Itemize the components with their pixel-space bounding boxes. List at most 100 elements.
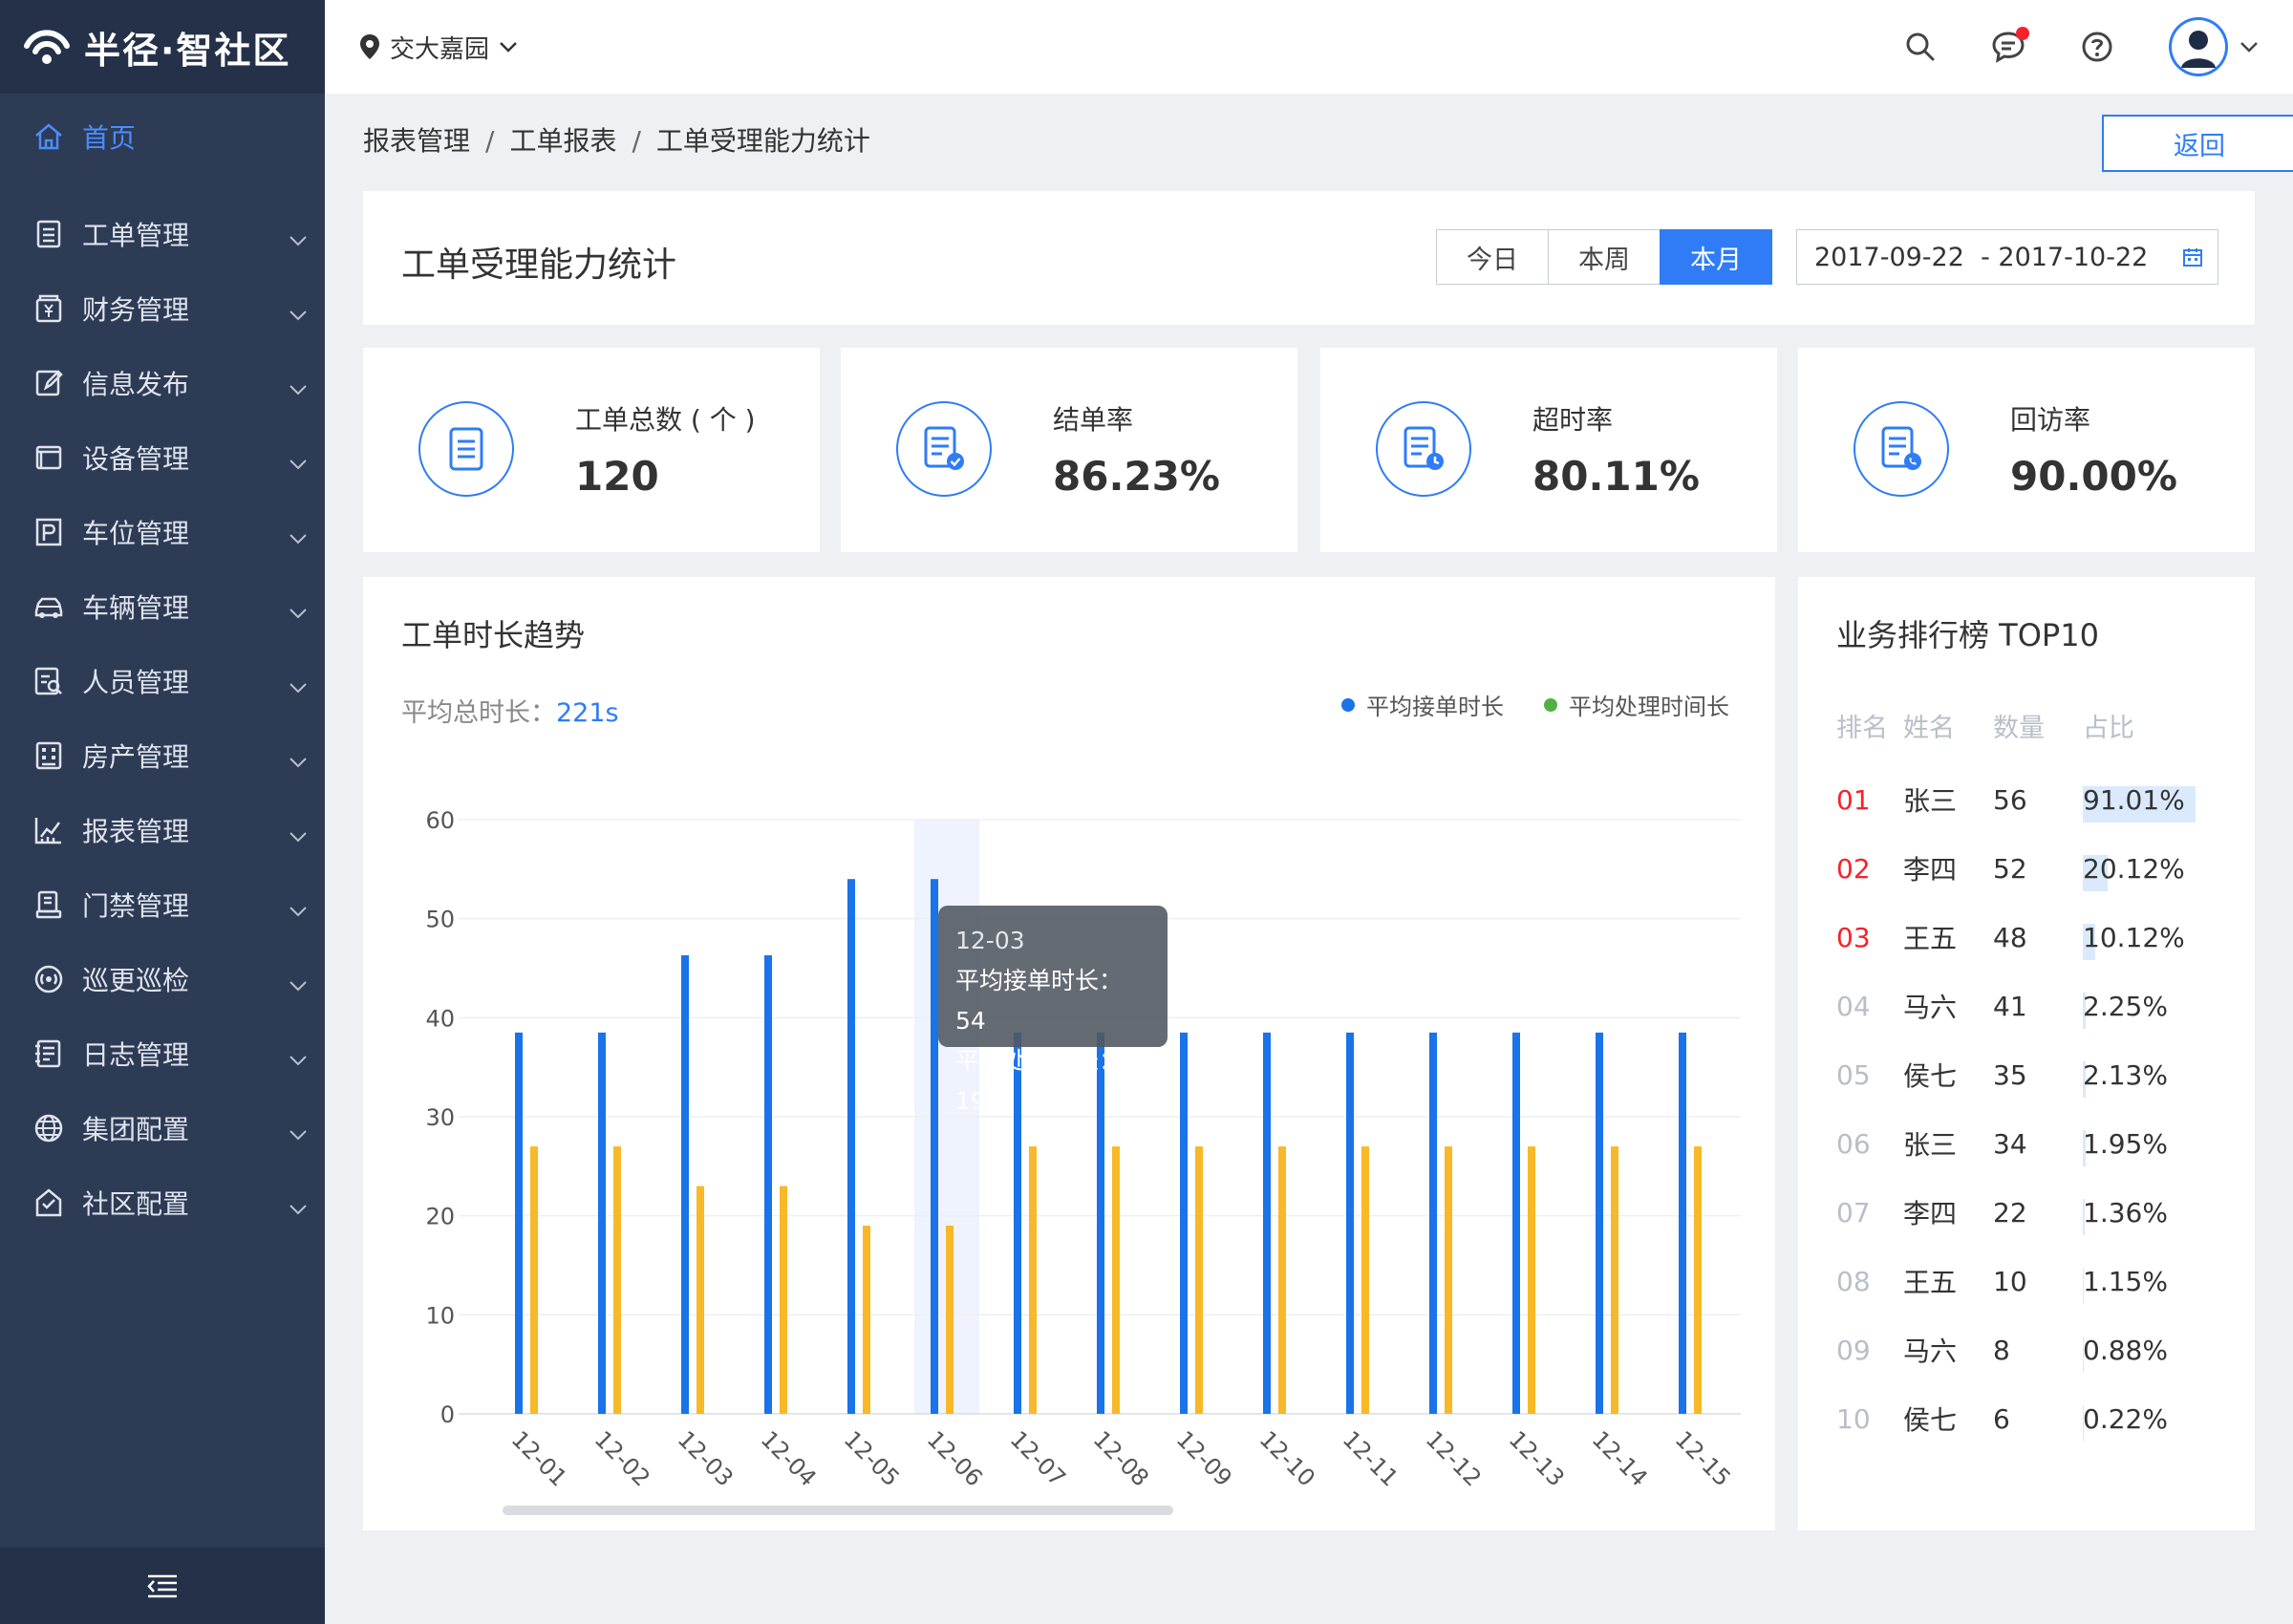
community-selector[interactable]: 交大嘉园 xyxy=(359,30,527,65)
device-icon xyxy=(32,441,65,474)
sidebar-item-log[interactable]: 日志管理 xyxy=(0,1016,325,1091)
x-tick-label: 12-06 xyxy=(922,1425,988,1491)
user-menu[interactable] xyxy=(2169,17,2259,76)
sidebar-item-car[interactable]: 车辆管理 xyxy=(0,569,325,644)
chart-scrollbar[interactable] xyxy=(503,1506,1173,1515)
y-tick-label: 40 xyxy=(425,1005,455,1032)
chevron-down-icon xyxy=(289,669,308,700)
ranking-row: 01 张三 56 91.01% xyxy=(1836,776,2274,823)
rank-count: 35 xyxy=(1993,1058,2027,1091)
rank-name: 马六 xyxy=(1903,1336,1958,1367)
rank-count: 8 xyxy=(1993,1334,2010,1366)
sidebar-item-globe[interactable]: 集团配置 xyxy=(0,1091,325,1165)
sidebar-menu: 首页工单管理 财务管理 信息发布设备管理车位管理车辆管理 人员管理 房产管理 报表管理 门禁… xyxy=(0,94,325,1240)
rank-count: 10 xyxy=(1993,1265,2027,1297)
tooltip-line: 平均处理时长：19 xyxy=(955,1047,1124,1115)
tab-today[interactable]: 今日 xyxy=(1436,229,1549,285)
stat-label: 工单总数 ( 个 ) xyxy=(575,404,756,436)
ranking-card: 业务排行榜 TOP10 排名 姓名 数量 占比 01 张三 56 91.01% 02 李四… xyxy=(1798,577,2255,1530)
sidebar-item-report[interactable]: 报表管理 xyxy=(0,793,325,867)
ranking-row: 10 侯七 6 0.22% xyxy=(1836,1395,2274,1442)
sidebar-item-home[interactable]: 首页 xyxy=(0,94,325,180)
bar-series-1 xyxy=(598,1032,606,1414)
bar-series-1 xyxy=(1679,1032,1686,1414)
bar-series-2 xyxy=(1029,1146,1037,1414)
logo[interactable]: 半径·智社区 xyxy=(0,0,325,94)
sidebar-item-person[interactable]: 人员管理 xyxy=(0,644,325,718)
back-button[interactable]: 返回 xyxy=(2102,115,2293,172)
rank-name: 马六 xyxy=(1903,992,1958,1023)
collapse-sidebar-button[interactable] xyxy=(0,1548,325,1624)
rank-name: 张三 xyxy=(1903,785,1958,817)
bar-series-2 xyxy=(1195,1146,1203,1414)
bar-series-2 xyxy=(1528,1146,1535,1414)
rank-name: 侯七 xyxy=(1903,1060,1958,1092)
sidebar-item-list[interactable]: 工单管理 xyxy=(0,197,325,271)
rank-share-text: 1.15% xyxy=(2083,1265,2168,1297)
sidebar-item-building[interactable]: 房产管理 xyxy=(0,718,325,793)
sidebar-item-finance[interactable]: 财务管理 xyxy=(0,271,325,346)
rank-number: 01 xyxy=(1836,783,1871,816)
finance-icon xyxy=(32,292,65,325)
sidebar-item-edit[interactable]: 信息发布 xyxy=(0,346,325,420)
sidebar-item-access[interactable]: 门禁管理 xyxy=(0,867,325,942)
community-name: 交大嘉园 xyxy=(390,34,490,64)
y-tick-label: 20 xyxy=(425,1204,455,1230)
sidebar-item-parking[interactable]: 车位管理 xyxy=(0,495,325,569)
bar-series-1 xyxy=(515,1032,523,1414)
rank-share: 1.36% xyxy=(2083,1197,2274,1235)
breadcrumb-item[interactable]: 报表管理 xyxy=(363,125,470,157)
car-icon xyxy=(32,590,65,623)
tab-week[interactable]: 本周 xyxy=(1548,229,1661,285)
breadcrumb-item[interactable]: 工单报表 xyxy=(509,125,616,157)
x-tick-label: 12-14 xyxy=(1587,1425,1653,1491)
sidebar-item-label: 车位管理 xyxy=(82,518,190,549)
person-icon xyxy=(32,665,65,697)
date-range-picker[interactable]: 2017-09-22 - 2017-10-22 xyxy=(1796,229,2218,285)
stat-card-revisit-rate: 回访率 90.00% xyxy=(1798,348,2255,552)
help-button[interactable] xyxy=(2081,31,2113,63)
chevron-down-icon xyxy=(289,743,308,775)
y-tick-label: 10 xyxy=(425,1302,455,1329)
chevron-down-icon xyxy=(2240,42,2258,53)
rank-share: 1.95% xyxy=(2083,1128,2274,1166)
rank-share: 0.22% xyxy=(2083,1403,2274,1442)
x-tick-label: 12-10 xyxy=(1254,1425,1320,1491)
sidebar-item-community[interactable]: 社区配置 xyxy=(0,1165,325,1240)
header-count: 数量 xyxy=(1993,714,2045,743)
ranking-row: 06 张三 34 1.95% xyxy=(1836,1120,2274,1167)
order-check-icon xyxy=(896,401,992,497)
chevron-down-icon xyxy=(289,1041,308,1073)
rank-number: 08 xyxy=(1836,1265,1871,1297)
x-tick-label: 12-08 xyxy=(1088,1425,1154,1491)
stat-card-timeout-rate: 超时率 80.11% xyxy=(1320,348,1777,552)
x-tick-label: 12-09 xyxy=(1171,1425,1237,1491)
stat-value: 86.23% xyxy=(1053,453,1220,500)
x-tick-label: 12-04 xyxy=(756,1425,822,1491)
bar-series-2 xyxy=(696,1186,704,1414)
sidebar-item-label: 设备管理 xyxy=(82,443,190,475)
avatar xyxy=(2169,17,2228,76)
rank-share-text: 2.25% xyxy=(2083,990,2168,1022)
messages-button[interactable] xyxy=(1991,27,2029,63)
sidebar-item-device[interactable]: 设备管理 xyxy=(0,420,325,495)
bar-series-2 xyxy=(1694,1146,1702,1414)
order-clock-icon xyxy=(1376,401,1471,497)
header-share: 占比 xyxy=(2083,714,2134,743)
x-tick-label: 12-15 xyxy=(1670,1425,1736,1491)
tab-month[interactable]: 本月 xyxy=(1660,229,1772,285)
bar-series-2 xyxy=(1361,1146,1369,1414)
x-tick-label: 12-02 xyxy=(589,1425,655,1491)
rank-share: 91.01% xyxy=(2083,784,2274,823)
ranking-row: 03 王五 48 10.12% xyxy=(1836,913,2274,961)
trend-chart-card: 工单时长趋势 平均总时长：221s 平均接单时长 平均处理时间长 0 10 20 30… xyxy=(363,577,1775,1530)
parking-icon xyxy=(32,516,65,548)
bar-series-1 xyxy=(1263,1032,1271,1414)
bar-series-1 xyxy=(931,879,938,1414)
chevron-down-icon xyxy=(500,42,517,53)
page-title: 工单受理能力统计 xyxy=(401,246,677,285)
rank-share-text: 10.12% xyxy=(2083,921,2185,953)
bar-series-1 xyxy=(1596,1032,1603,1414)
search-button[interactable] xyxy=(1905,32,1936,62)
sidebar-item-patrol[interactable]: 巡更巡检 xyxy=(0,942,325,1016)
